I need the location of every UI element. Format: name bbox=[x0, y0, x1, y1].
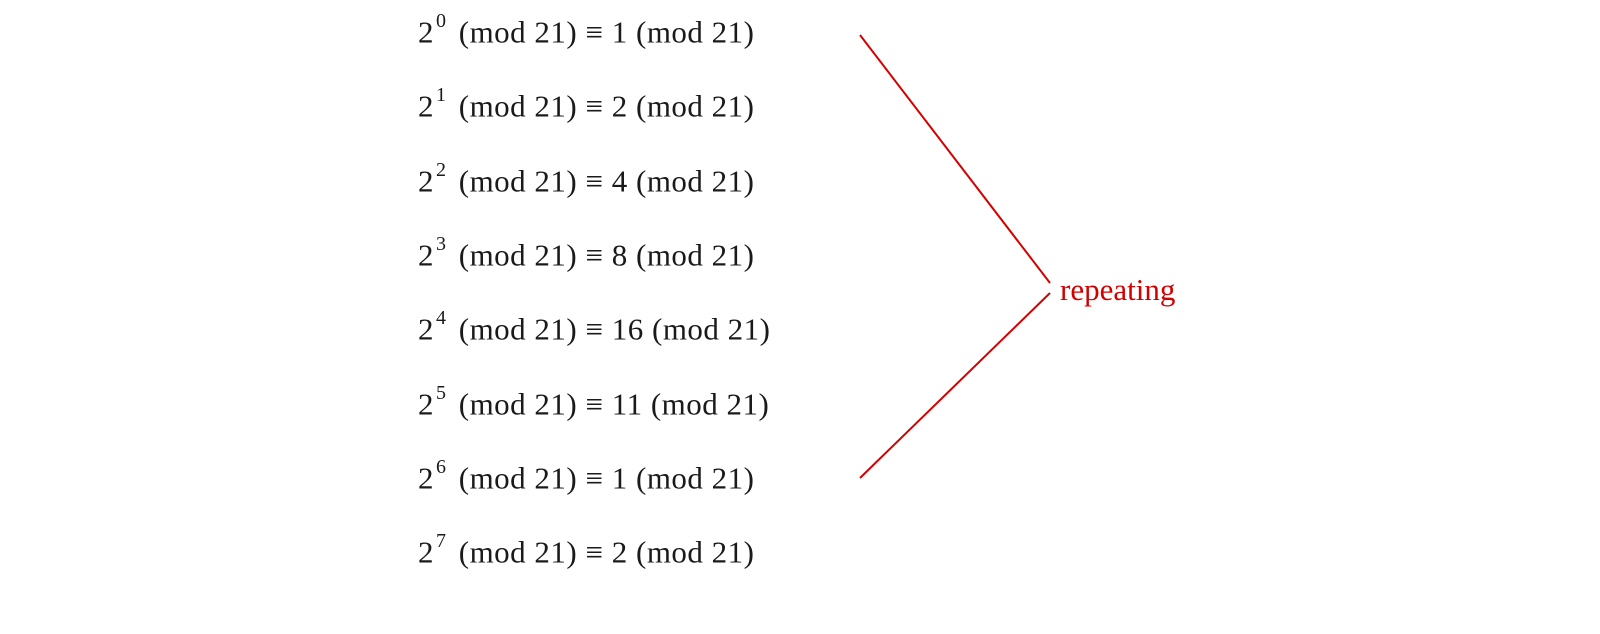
rhs-mod: (mod 21) bbox=[636, 163, 755, 198]
rhs-mod: (mod 21) bbox=[652, 312, 771, 347]
base: 2 bbox=[418, 386, 434, 421]
lhs-mod: (mod 21) bbox=[459, 386, 578, 421]
base: 2 bbox=[418, 535, 434, 570]
exponent: 2 bbox=[436, 159, 447, 181]
rhs-mod: (mod 21) bbox=[636, 14, 755, 49]
rhs-value: 4 bbox=[612, 163, 628, 198]
lhs-mod: (mod 21) bbox=[459, 14, 578, 49]
equiv-symbol: ≡ bbox=[586, 535, 604, 570]
equiv-symbol: ≡ bbox=[586, 312, 604, 347]
lhs-mod: (mod 21) bbox=[459, 89, 578, 124]
equation-row-2: 22 (mod 21) ≡ 4 (mod 21) bbox=[418, 164, 1318, 196]
exponent: 5 bbox=[436, 382, 447, 404]
equation-row-6: 26 (mod 21) ≡ 1 (mod 21) bbox=[418, 461, 1318, 493]
equiv-symbol: ≡ bbox=[586, 89, 604, 124]
equation-row-7: 27 (mod 21) ≡ 2 (mod 21) bbox=[418, 535, 1318, 567]
lhs-mod: (mod 21) bbox=[459, 460, 578, 495]
equation-row-4: 24 (mod 21) ≡ 16 (mod 21) bbox=[418, 312, 1318, 344]
rhs-mod: (mod 21) bbox=[636, 535, 755, 570]
rhs-mod: (mod 21) bbox=[636, 237, 755, 272]
rhs-value: 8 bbox=[612, 237, 628, 272]
base: 2 bbox=[418, 14, 434, 49]
rhs-value: 11 bbox=[612, 386, 643, 421]
equation-row-0: 20 (mod 21) ≡ 1 (mod 21) bbox=[418, 15, 1318, 47]
equation-container: 20 (mod 21) ≡ 1 (mod 21) 21 (mod 21) ≡ 2… bbox=[418, 15, 1318, 568]
equation-list: 20 (mod 21) ≡ 1 (mod 21) 21 (mod 21) ≡ 2… bbox=[418, 15, 1318, 568]
exponent: 4 bbox=[436, 307, 447, 329]
base: 2 bbox=[418, 89, 434, 124]
exponent: 0 bbox=[436, 10, 447, 32]
equation-row-1: 21 (mod 21) ≡ 2 (mod 21) bbox=[418, 89, 1318, 121]
equiv-symbol: ≡ bbox=[586, 237, 604, 272]
exponent: 7 bbox=[436, 530, 447, 552]
rhs-value: 2 bbox=[612, 89, 628, 124]
base: 2 bbox=[418, 237, 434, 272]
equiv-symbol: ≡ bbox=[586, 163, 604, 198]
base: 2 bbox=[418, 460, 434, 495]
equiv-symbol: ≡ bbox=[586, 460, 604, 495]
rhs-mod: (mod 21) bbox=[651, 386, 770, 421]
lhs-mod: (mod 21) bbox=[459, 237, 578, 272]
equiv-symbol: ≡ bbox=[586, 386, 604, 421]
lhs-mod: (mod 21) bbox=[459, 163, 578, 198]
rhs-value: 2 bbox=[612, 535, 628, 570]
rhs-value: 1 bbox=[612, 460, 628, 495]
rhs-mod: (mod 21) bbox=[636, 89, 755, 124]
rhs-value: 16 bbox=[612, 312, 644, 347]
exponent: 1 bbox=[436, 84, 447, 106]
equiv-symbol: ≡ bbox=[586, 14, 604, 49]
lhs-mod: (mod 21) bbox=[459, 535, 578, 570]
rhs-value: 1 bbox=[612, 14, 628, 49]
equation-row-5: 25 (mod 21) ≡ 11 (mod 21) bbox=[418, 387, 1318, 419]
repeating-label: repeating bbox=[1060, 272, 1175, 308]
rhs-mod: (mod 21) bbox=[636, 460, 755, 495]
exponent: 6 bbox=[436, 456, 447, 478]
base: 2 bbox=[418, 312, 434, 347]
equation-row-3: 23 (mod 21) ≡ 8 (mod 21) bbox=[418, 238, 1318, 270]
exponent: 3 bbox=[436, 233, 447, 255]
lhs-mod: (mod 21) bbox=[459, 312, 578, 347]
base: 2 bbox=[418, 163, 434, 198]
